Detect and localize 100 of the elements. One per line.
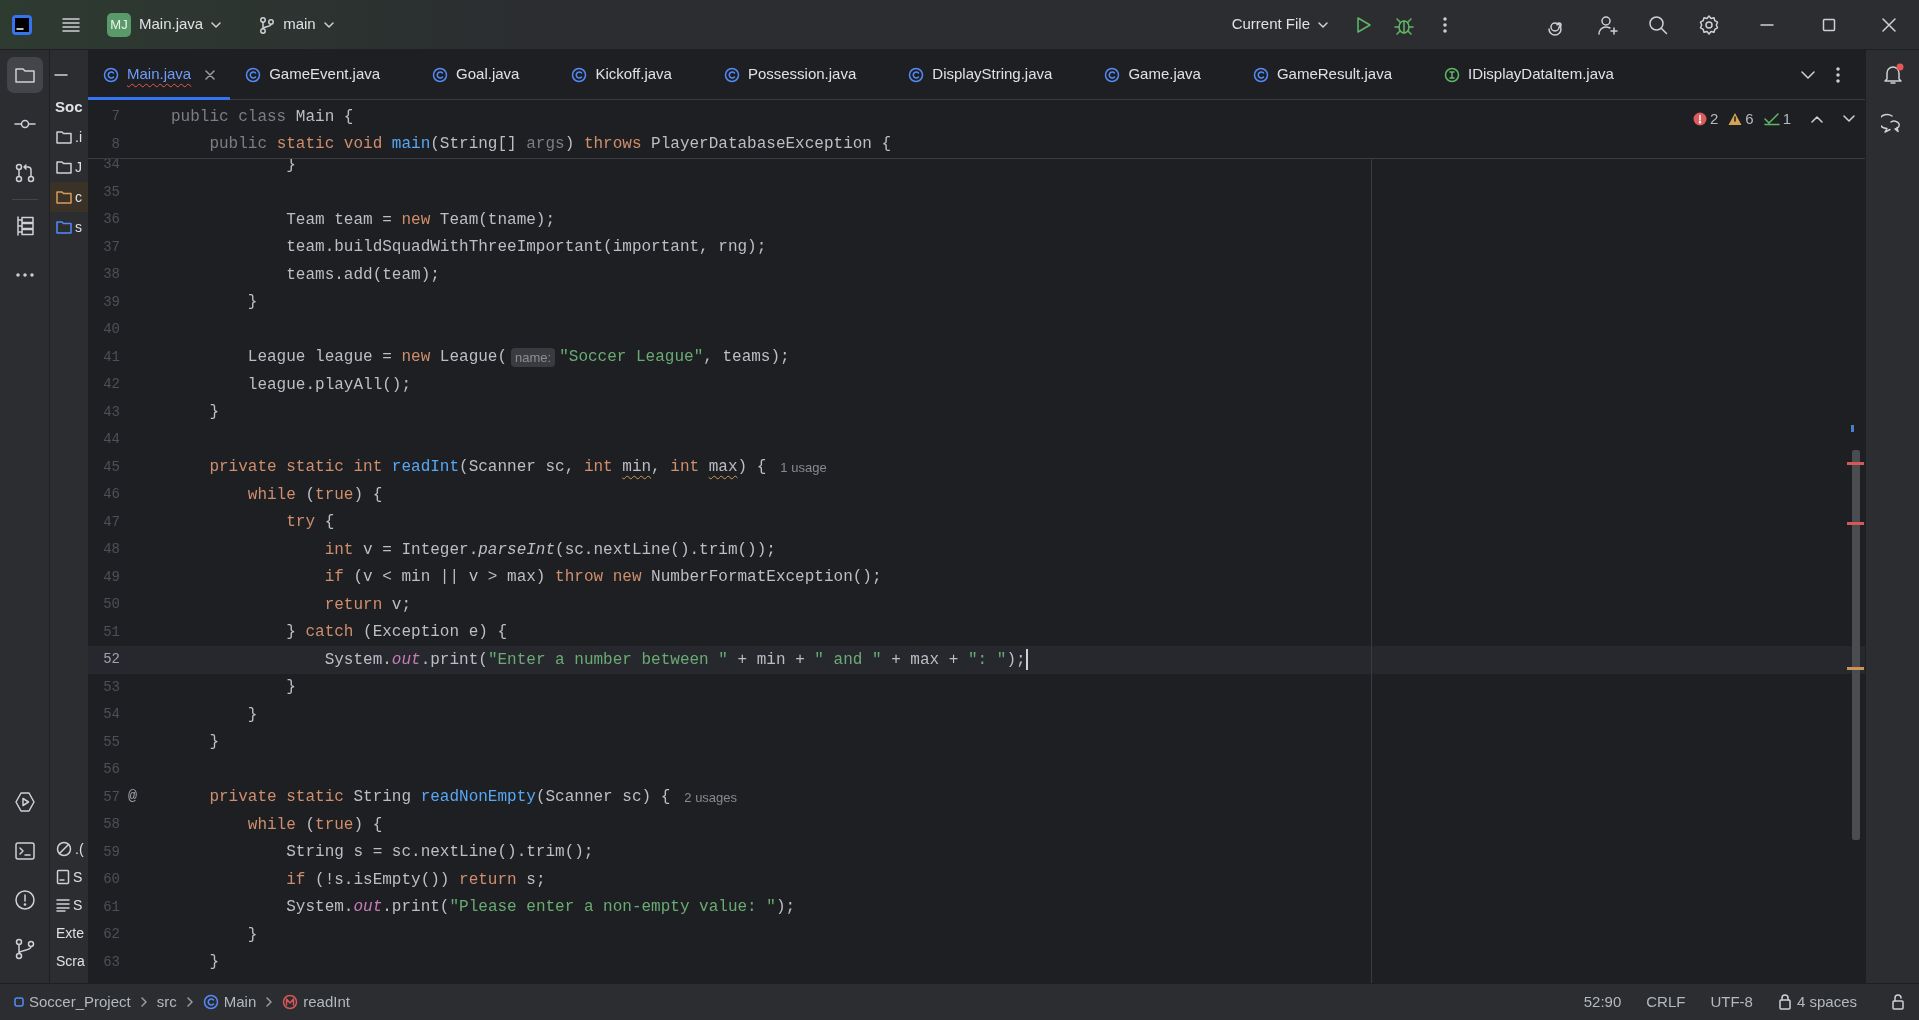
class-icon xyxy=(571,66,588,83)
code-text: } xyxy=(209,732,219,754)
project-tree-item[interactable]: J xyxy=(50,152,88,182)
warning-icon xyxy=(1728,112,1743,127)
code-text: try { xyxy=(286,512,335,534)
line-separator[interactable]: CRLF xyxy=(1646,990,1686,1014)
folder-icon xyxy=(56,190,72,204)
app-logo-icon[interactable] xyxy=(11,13,33,36)
project-icon xyxy=(14,997,24,1007)
editor-tab[interactable]: GameEvent.java xyxy=(230,49,396,100)
project-tree-item[interactable]: s xyxy=(50,212,88,242)
code-text: public static void main(String[] args) throws PlayerDatabaseException { xyxy=(209,134,892,156)
caret-icon xyxy=(1318,21,1328,28)
code-text: while (true) { xyxy=(247,814,383,836)
file-icon xyxy=(56,869,70,885)
editor-tab[interactable]: Game.java xyxy=(1089,49,1216,100)
usage-hint[interactable]: 2 usages xyxy=(684,787,738,807)
project-badge: MJ xyxy=(107,12,131,37)
indent-icon xyxy=(1777,994,1792,1010)
chevron-up-icon[interactable] xyxy=(1811,115,1823,124)
code-text: } catch (Exception e) { xyxy=(286,622,508,644)
code-text: } xyxy=(247,292,258,314)
branch-selector[interactable]: main xyxy=(255,9,338,40)
error-icon xyxy=(1692,112,1707,127)
code-text: teams.add(team); xyxy=(286,264,440,286)
project-tree-item[interactable]: .( xyxy=(50,835,88,863)
text-file-icon xyxy=(56,898,70,912)
code-text: } xyxy=(209,402,219,424)
breadcrumb[interactable]: src xyxy=(156,990,177,1014)
project-tree-item[interactable]: .i xyxy=(50,122,88,152)
project-tree-item[interactable]: Scra xyxy=(50,947,88,975)
class-icon xyxy=(432,66,449,83)
class-icon xyxy=(103,66,119,83)
code-text: } xyxy=(247,704,258,726)
project-selector[interactable]: MJ Main.java xyxy=(103,8,226,41)
run-configuration-selector[interactable]: Current File xyxy=(1227,9,1332,40)
run-configuration: Current File xyxy=(1231,14,1310,35)
add-user-icon[interactable] xyxy=(1597,13,1619,36)
code-text: if (!s.isEmpty()) return s; xyxy=(286,869,546,891)
code-text: public class Main { xyxy=(171,106,354,128)
errors-indicator[interactable]: 2 xyxy=(1692,108,1719,131)
maximize-icon[interactable] xyxy=(1822,17,1836,32)
class-icon xyxy=(245,66,262,83)
run-icon[interactable] xyxy=(1354,15,1372,34)
code-text: System.out.print("Please enter a non-empty value: "); xyxy=(286,897,796,919)
editor-tab[interactable]: Kickoff.java xyxy=(556,49,687,100)
code-text: return v; xyxy=(324,594,412,616)
editor-tab[interactable]: IDisplayDataItem.java xyxy=(1429,49,1629,100)
file-encoding[interactable]: UTF-8 xyxy=(1710,990,1753,1014)
search-icon[interactable] xyxy=(1647,13,1669,36)
settings-icon[interactable] xyxy=(1698,13,1720,36)
project-tree-item[interactable]: c xyxy=(50,182,88,212)
editor-tab[interactable]: Goal.java xyxy=(417,49,535,100)
code-text: private static String readNonEmpty(Scanner sc) { xyxy=(209,787,671,809)
caret-icon xyxy=(211,21,222,28)
parameter-name-hint: name: xyxy=(511,347,556,367)
warnings-indicator[interactable]: 6 xyxy=(1728,108,1754,131)
line-number: 52 xyxy=(102,650,120,670)
scrollbar-thumb[interactable] xyxy=(1852,450,1860,840)
caret-position[interactable]: 52:90 xyxy=(1583,990,1622,1014)
class-icon xyxy=(1104,66,1121,83)
editor-tab[interactable]: Possession.java xyxy=(708,49,872,100)
code-text: league.playAll(); xyxy=(247,374,412,396)
code-text: System.out.print("Enter a number between " + min + " and " + max + ": "); xyxy=(324,649,1026,671)
tool-window-button[interactable] xyxy=(6,57,43,93)
more-icon[interactable] xyxy=(1835,65,1841,84)
folder-icon xyxy=(56,130,72,144)
chevron-down-icon[interactable] xyxy=(1843,115,1855,124)
project-tree-item[interactable]: S xyxy=(50,863,88,891)
indent-setting[interactable]: 4 spaces xyxy=(1777,990,1857,1014)
editor-tab[interactable]: GameResult.java xyxy=(1237,49,1407,100)
breadcrumb[interactable]: readInt xyxy=(282,990,350,1014)
code-text: if (v < min || v > max) throw new NumberFormatException(); xyxy=(324,567,882,589)
gutter-mark[interactable]: @ xyxy=(120,786,171,809)
project-tree-item[interactable]: Exte xyxy=(50,919,88,947)
branch-name: main xyxy=(283,14,316,35)
text-cursor xyxy=(1025,649,1028,671)
breadcrumb[interactable]: Main xyxy=(202,990,257,1014)
code-text: while (true) { xyxy=(247,484,383,506)
usage-hint[interactable]: 1 usage xyxy=(780,457,827,477)
chevron-right-icon xyxy=(140,997,147,1007)
chevron-down-icon[interactable] xyxy=(1801,70,1815,79)
project-tree-item[interactable]: Soc xyxy=(50,92,88,122)
more-icon[interactable] xyxy=(1442,14,1448,35)
lock-icon[interactable] xyxy=(1891,994,1905,1010)
code-text: } xyxy=(247,924,258,946)
code-text: League league = new League( xyxy=(247,347,508,369)
close-icon[interactable] xyxy=(205,69,216,80)
folder-icon xyxy=(56,220,72,234)
close-icon[interactable] xyxy=(1882,17,1896,32)
editor-tab[interactable]: DisplayString.java xyxy=(893,49,1068,100)
project-name: Main.java xyxy=(139,14,204,35)
interface-icon xyxy=(1444,66,1460,83)
code-text: Team team = new Team(tname); xyxy=(286,209,556,231)
class-icon xyxy=(723,66,740,83)
weak-warnings-indicator[interactable]: 1 xyxy=(1763,108,1791,131)
breadcrumb[interactable]: Soccer_Project xyxy=(14,990,131,1014)
project-tree-item[interactable]: S xyxy=(50,891,88,919)
check-icon xyxy=(1763,112,1780,127)
run-icon xyxy=(12,790,37,814)
